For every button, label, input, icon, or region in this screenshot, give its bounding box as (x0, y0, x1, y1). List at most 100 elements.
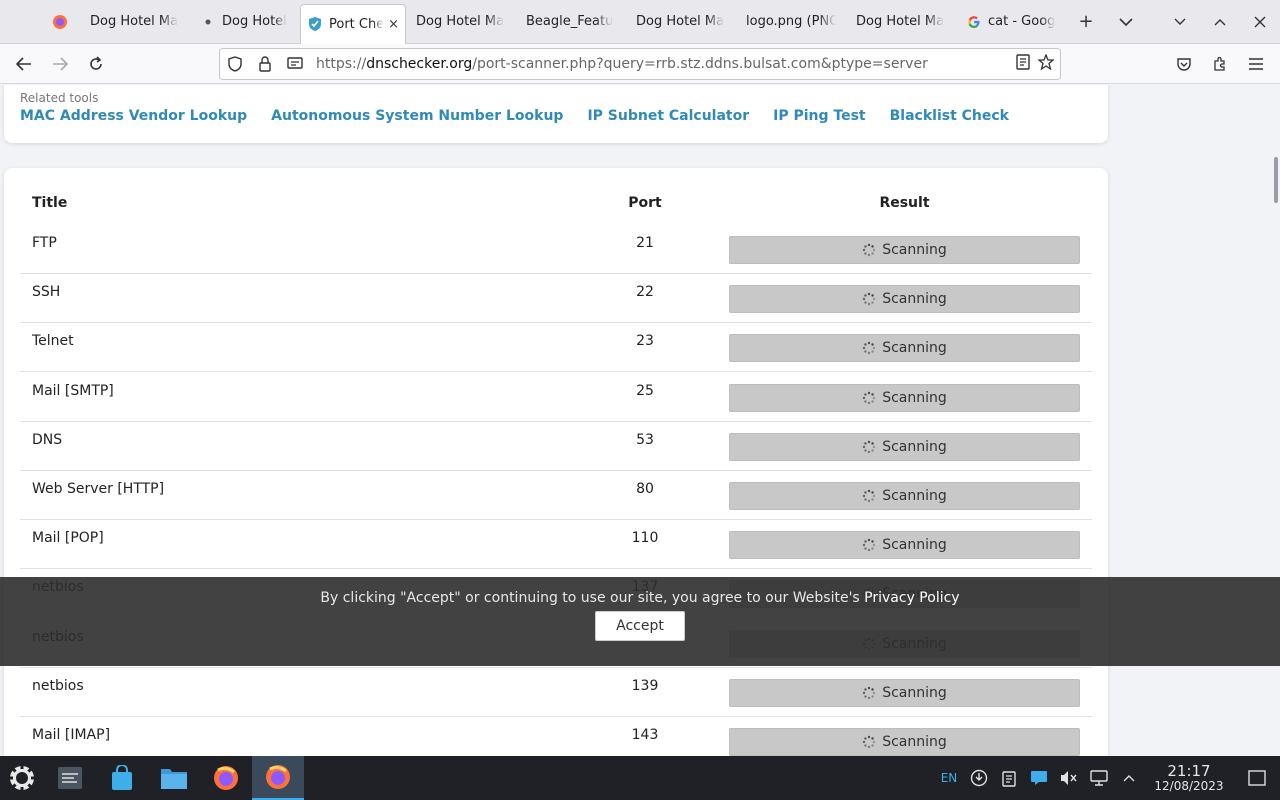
port-number: 80 (636, 481, 654, 497)
reader-view-icon[interactable] (1016, 54, 1030, 74)
scanning-status-button[interactable]: Scanning (729, 285, 1080, 314)
volume-tray[interactable] (1054, 756, 1084, 800)
privacy-policy-link[interactable]: Privacy Policy (864, 590, 959, 606)
table-row: SSH 22 Scanning (20, 274, 1092, 324)
clipboard-tray[interactable] (994, 756, 1024, 800)
chevron-up-icon (1214, 18, 1226, 25)
digital-clock[interactable]: 21:17 12/08/2023 (1144, 761, 1234, 793)
url-text[interactable]: https://dnschecker.org/port-scanner.php?… (316, 56, 928, 72)
network-tray[interactable] (1084, 756, 1114, 800)
tab-9[interactable]: cat - Goog (956, 0, 1066, 44)
port-number: 21 (636, 235, 654, 251)
service-title: SSH (32, 284, 61, 301)
scrollbar-thumb[interactable] (1274, 157, 1278, 203)
list-all-tabs-button[interactable] (1106, 0, 1146, 44)
clock-time: 21:17 (1167, 761, 1211, 780)
clock-date: 12/08/2023 (1154, 778, 1224, 793)
loading-spinner-icon (863, 489, 876, 503)
service-title: FTP (32, 235, 57, 251)
desktop-icon (1248, 770, 1266, 786)
bookmark-star-icon[interactable] (1037, 53, 1055, 74)
loading-spinner-icon (863, 342, 876, 355)
tab-5[interactable]: Beagle_Featu (516, 0, 626, 44)
link-mac-vendor-lookup[interactable]: MAC Address Vendor Lookup (20, 108, 247, 124)
firefox-icon (266, 765, 290, 789)
taskbar-firefox[interactable] (200, 756, 252, 800)
tracking-protection-icon[interactable] (220, 56, 250, 72)
tab-7[interactable]: logo.png (PNG (736, 0, 846, 44)
service-title: netbios (32, 677, 84, 694)
scanning-status-button[interactable]: Scanning (729, 531, 1080, 560)
tab-label: Dog Hotel Ma (636, 14, 725, 29)
show-desktop-button[interactable] (1234, 756, 1280, 800)
notifications-tray[interactable] (1024, 756, 1054, 800)
scanning-status-button[interactable]: Scanning (729, 482, 1080, 510)
taskbar-firefox-active[interactable] (252, 756, 304, 800)
tab-2[interactable]: Dog Hotel (190, 0, 300, 44)
column-header-result: Result (879, 195, 930, 211)
scanning-status-button[interactable]: Scanning (729, 383, 1080, 412)
tab-4[interactable]: Dog Hotel Ma (406, 0, 516, 44)
tab-port-checker[interactable]: Port Che × (300, 3, 406, 44)
service-title: Web Server [HTTP] (32, 481, 165, 497)
minimize-button[interactable] (1160, 0, 1200, 44)
tab-label: Dog Hotel Ma (856, 14, 945, 29)
address-bar[interactable]: https://dnschecker.org/port-scanner.php?… (219, 48, 1061, 80)
result-label: Scanning (882, 389, 947, 406)
puzzle-icon (1214, 56, 1225, 71)
link-ip-ping-test[interactable]: IP Ping Test (773, 108, 865, 124)
chat-icon (1031, 771, 1047, 785)
app-menu-button[interactable] (1238, 48, 1274, 80)
navigation-toolbar: https://dnschecker.org/port-scanner.php?… (0, 44, 1280, 84)
lock-icon[interactable] (250, 56, 280, 72)
port-number: 110 (631, 530, 659, 547)
link-ip-subnet-calculator[interactable]: IP Subnet Calculator (587, 108, 749, 124)
system-settings-icon (58, 767, 82, 789)
related-tools-links: MAC Address Vendor Lookup Autonomous Sys… (20, 108, 1009, 124)
scanning-status-button[interactable]: Scanning (729, 236, 1080, 264)
extensions-button[interactable] (1202, 48, 1238, 80)
scanning-status-button[interactable]: Scanning (729, 334, 1080, 363)
forward-button[interactable] (42, 48, 78, 80)
chevron-down-icon (1119, 17, 1133, 26)
result-label: Scanning (882, 488, 947, 504)
close-window-button[interactable] (1240, 0, 1280, 44)
update-notifier[interactable] (964, 756, 994, 800)
tab-1[interactable]: Dog Hotel Ma (80, 0, 190, 44)
column-header-port: Port (628, 195, 662, 211)
pocket-button[interactable] (1166, 48, 1202, 80)
scanning-status-button[interactable]: Scanning (729, 678, 1080, 707)
link-asn-lookup[interactable]: Autonomous System Number Lookup (271, 108, 563, 124)
result-label: Scanning (882, 684, 947, 701)
tab-label: logo.png (PNG (746, 14, 836, 29)
tray-expand-button[interactable] (1114, 756, 1144, 800)
scanning-status-button[interactable]: Scanning (729, 728, 1080, 756)
close-tab-icon[interactable]: × (388, 17, 399, 32)
tab-6[interactable]: Dog Hotel Ma (626, 0, 736, 44)
link-blacklist-check[interactable]: Blacklist Check (890, 108, 1009, 124)
taskbar-files[interactable] (148, 756, 200, 800)
new-tab-button[interactable]: + (1066, 0, 1106, 44)
back-button[interactable] (6, 48, 42, 80)
shopping-bag-icon (112, 765, 132, 790)
taskbar-discover[interactable] (96, 756, 148, 800)
scanning-status-button[interactable]: Scanning (729, 432, 1080, 461)
firefox-icon (214, 766, 238, 790)
accept-button[interactable]: Accept (595, 611, 685, 641)
launcher-gear-icon (9, 765, 35, 791)
hamburger-menu-icon (1249, 58, 1263, 70)
result-label: Scanning (882, 291, 947, 308)
taskbar-settings[interactable] (44, 756, 96, 800)
permissions-icon[interactable] (280, 57, 310, 71)
table-row: Mail [IMAP] 143 Scanning (20, 717, 1092, 756)
service-title: Mail [SMTP] (32, 382, 114, 399)
dnschecker-icon (307, 16, 323, 32)
clipboard-icon (1002, 771, 1016, 787)
reload-button[interactable] (78, 48, 114, 80)
firefox-view-button[interactable] (40, 0, 80, 44)
maximize-button[interactable] (1200, 0, 1240, 44)
keyboard-layout-indicator[interactable]: EN (934, 756, 964, 800)
url-prefix: https:// (316, 56, 367, 72)
tab-8[interactable]: Dog Hotel Ma (846, 0, 956, 44)
application-launcher[interactable] (0, 756, 44, 800)
